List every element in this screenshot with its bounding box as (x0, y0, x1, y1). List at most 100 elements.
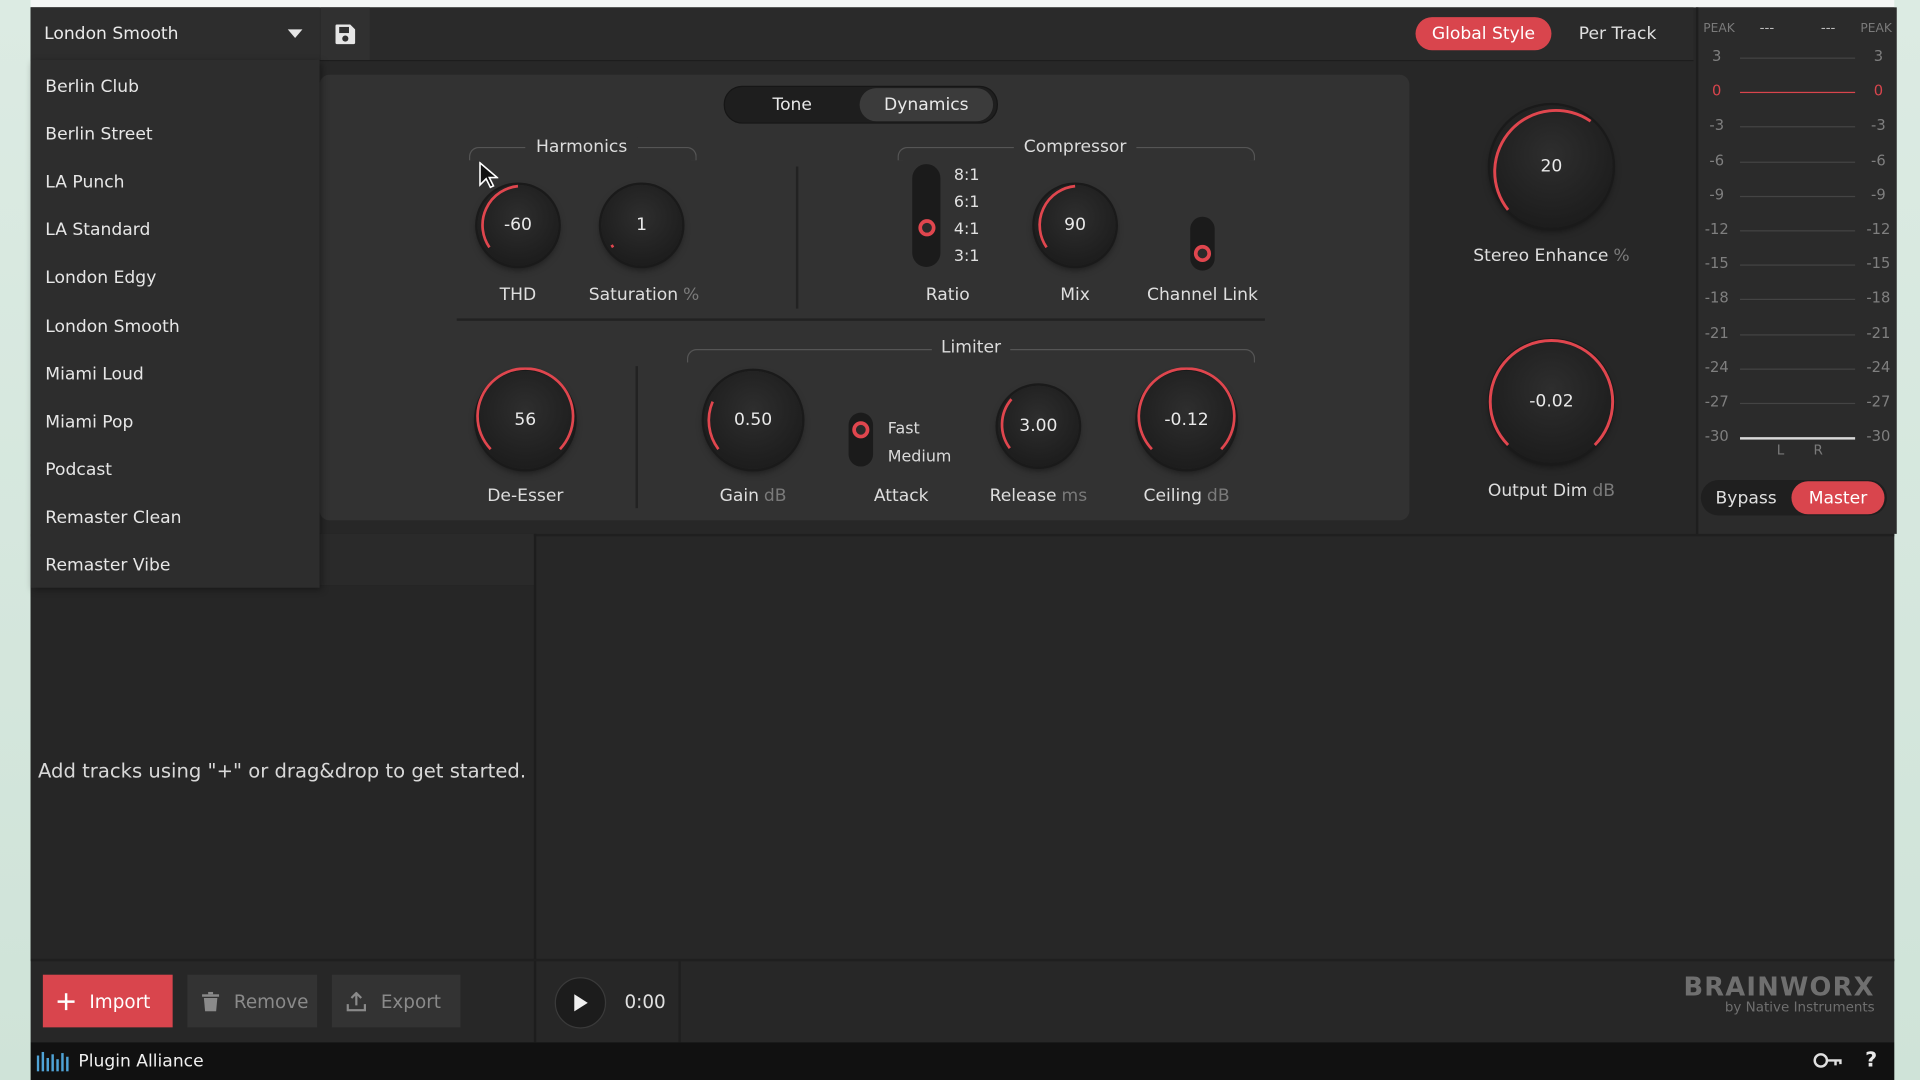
meter-tick-label: 0 (1873, 82, 1884, 100)
plugin-window: London Smooth Global Style Per Track Ton… (30, 7, 1897, 1043)
meter-tick-line (1740, 402, 1856, 405)
meter-tick-line (1740, 299, 1856, 301)
channel-link-switch[interactable] (1190, 216, 1215, 271)
plugin-alliance-logo[interactable]: Plugin Alliance (36, 1051, 204, 1072)
master-button[interactable]: Master (1791, 481, 1885, 515)
play-button[interactable] (554, 977, 607, 1029)
deesser-arc (476, 367, 575, 451)
tone-dynamics-tabs: Tone Dynamics (723, 85, 998, 124)
ceiling-knob[interactable]: -0.12 (1137, 367, 1236, 469)
help-icon[interactable]: ? (1865, 1048, 1877, 1072)
saturation-label: Saturation% (588, 285, 700, 305)
ratio-switch[interactable] (912, 164, 941, 267)
right-peak-label: PEAK (1860, 22, 1892, 36)
dynamics-panel: Tone Dynamics Harmonics -60 THD 1 Satura… (319, 74, 1410, 521)
meter-tick-line (1740, 57, 1856, 59)
stereo-enhance-label: Stereo Enhance% (1473, 246, 1630, 266)
tracklist-divider[interactable] (533, 533, 537, 1043)
preset-option[interactable]: Miami Pop (31, 398, 320, 446)
transport-divider (678, 961, 681, 1043)
release-knob[interactable]: 3.00 (997, 385, 1079, 467)
ratio-option[interactable]: 3:1 (954, 247, 980, 265)
ceiling-arc (1137, 367, 1236, 451)
output-dim-label: Output Dim dB (1487, 481, 1616, 501)
preset-option[interactable]: Berlin Club (31, 62, 320, 110)
top-bar: London Smooth Global Style Per Track (30, 7, 1694, 62)
output-dim-knob[interactable]: -0.02 (1488, 339, 1615, 463)
meter-tick-label: -12 (1866, 220, 1891, 238)
preset-option[interactable]: Berlin Street (31, 110, 320, 158)
meter-tick-label: -15 (1866, 254, 1891, 273)
meter-tick-label: -12 (1704, 220, 1729, 238)
key-icon[interactable] (1813, 1052, 1842, 1069)
export-button[interactable]: Export (331, 974, 461, 1028)
global-style-button[interactable]: Global Style (1415, 17, 1552, 51)
plus-icon (57, 992, 75, 1010)
deesser-divider (635, 366, 638, 509)
preset-dropdown-menu: Berlin Club Berlin Street LA Punch LA Stand… (30, 60, 320, 590)
harmonics-title: Harmonics (525, 137, 638, 157)
ratio-option[interactable]: 8:1 (954, 167, 980, 185)
preset-option[interactable]: LA Standard (31, 206, 320, 254)
preset-option[interactable]: Miami Loud (31, 350, 320, 398)
meter-channel-l: L (1776, 442, 1785, 458)
gain-label: Gain dB (719, 486, 787, 506)
meter-tick-label: -15 (1704, 254, 1729, 273)
meter-tick-label: -30 (1866, 427, 1891, 445)
preset-option[interactable]: London Smooth (31, 302, 320, 350)
meter-tick-line (1740, 126, 1856, 128)
thd-knob[interactable]: -60 (477, 184, 559, 266)
preset-option[interactable]: Remaster Vibe (31, 542, 320, 590)
attack-option-fast[interactable]: Fast (888, 420, 920, 438)
mouse-cursor-icon (479, 161, 499, 189)
ratio-option[interactable]: 6:1 (954, 193, 980, 211)
preset-option[interactable]: London Edgy (31, 254, 320, 302)
meter-tick-line (1740, 368, 1856, 370)
per-track-button[interactable]: Per Track (1556, 17, 1678, 50)
ratio-option[interactable]: 4:1 (954, 220, 980, 238)
compressor-title: Compressor (1013, 137, 1137, 157)
preset-option[interactable]: LA Punch (31, 158, 320, 206)
preset-option[interactable]: Remaster Clean (31, 494, 320, 542)
meter-tick-line (1740, 92, 1856, 94)
meter-channel-r: R (1813, 442, 1823, 458)
preset-option[interactable]: Podcast (31, 446, 320, 494)
remove-button[interactable]: Remove (187, 974, 318, 1028)
bypass-button[interactable]: Bypass (1703, 481, 1789, 514)
window-top-edge (30, 0, 1895, 8)
ceiling-label: Ceiling dB (1143, 486, 1230, 506)
meter-tick-line (1740, 161, 1856, 163)
mix-knob[interactable]: 90 (1034, 184, 1116, 266)
meter-tick-label: -18 (1704, 289, 1729, 307)
meter-tick-label: -9 (1709, 185, 1725, 204)
left-peak-label: PEAK (1703, 22, 1735, 36)
right-peak-value: --- (1820, 19, 1836, 36)
saturation-knob[interactable]: 1 (601, 184, 683, 266)
mix-label: Mix (1060, 285, 1090, 305)
attack-switch[interactable] (848, 412, 874, 467)
save-preset-button[interactable] (320, 7, 370, 61)
preset-select[interactable]: London Smooth (30, 7, 320, 61)
import-button[interactable]: Import (42, 974, 173, 1028)
attack-option-medium[interactable]: Medium (888, 448, 952, 466)
brand-logo: BRAINWORX by Native Instruments (1683, 972, 1874, 1015)
meter-tick-label: -3 (1709, 116, 1725, 134)
export-label: Export (380, 990, 441, 1013)
upload-icon (346, 991, 367, 1011)
playback-time: 0:00 (624, 990, 666, 1013)
empty-tracklist-message: Add tracks using "+" or drag&drop to get… (37, 759, 527, 783)
tab-dynamics[interactable]: Dynamics (859, 88, 994, 122)
meter-tick-label: 3 (1873, 47, 1884, 65)
tab-tone[interactable]: Tone (727, 88, 857, 121)
meter-tick-label: -21 (1704, 323, 1729, 342)
gain-knob[interactable]: 0.50 (704, 371, 803, 469)
deesser-knob[interactable]: 56 (476, 367, 575, 469)
meter-tick-label: -24 (1704, 358, 1729, 376)
saturation-arc (610, 244, 615, 249)
trash-icon (202, 991, 220, 1011)
level-meter: PEAK --- --- PEAK L R 3 3 0 0 -3 -3 -6 -6 -9 -9 -1… (1695, 7, 1897, 534)
remove-label: Remove (233, 990, 309, 1013)
stereo-enhance-knob[interactable]: 20 (1490, 105, 1613, 228)
meter-tick-label: -21 (1866, 323, 1891, 342)
plugin-alliance-icon (36, 1051, 69, 1072)
